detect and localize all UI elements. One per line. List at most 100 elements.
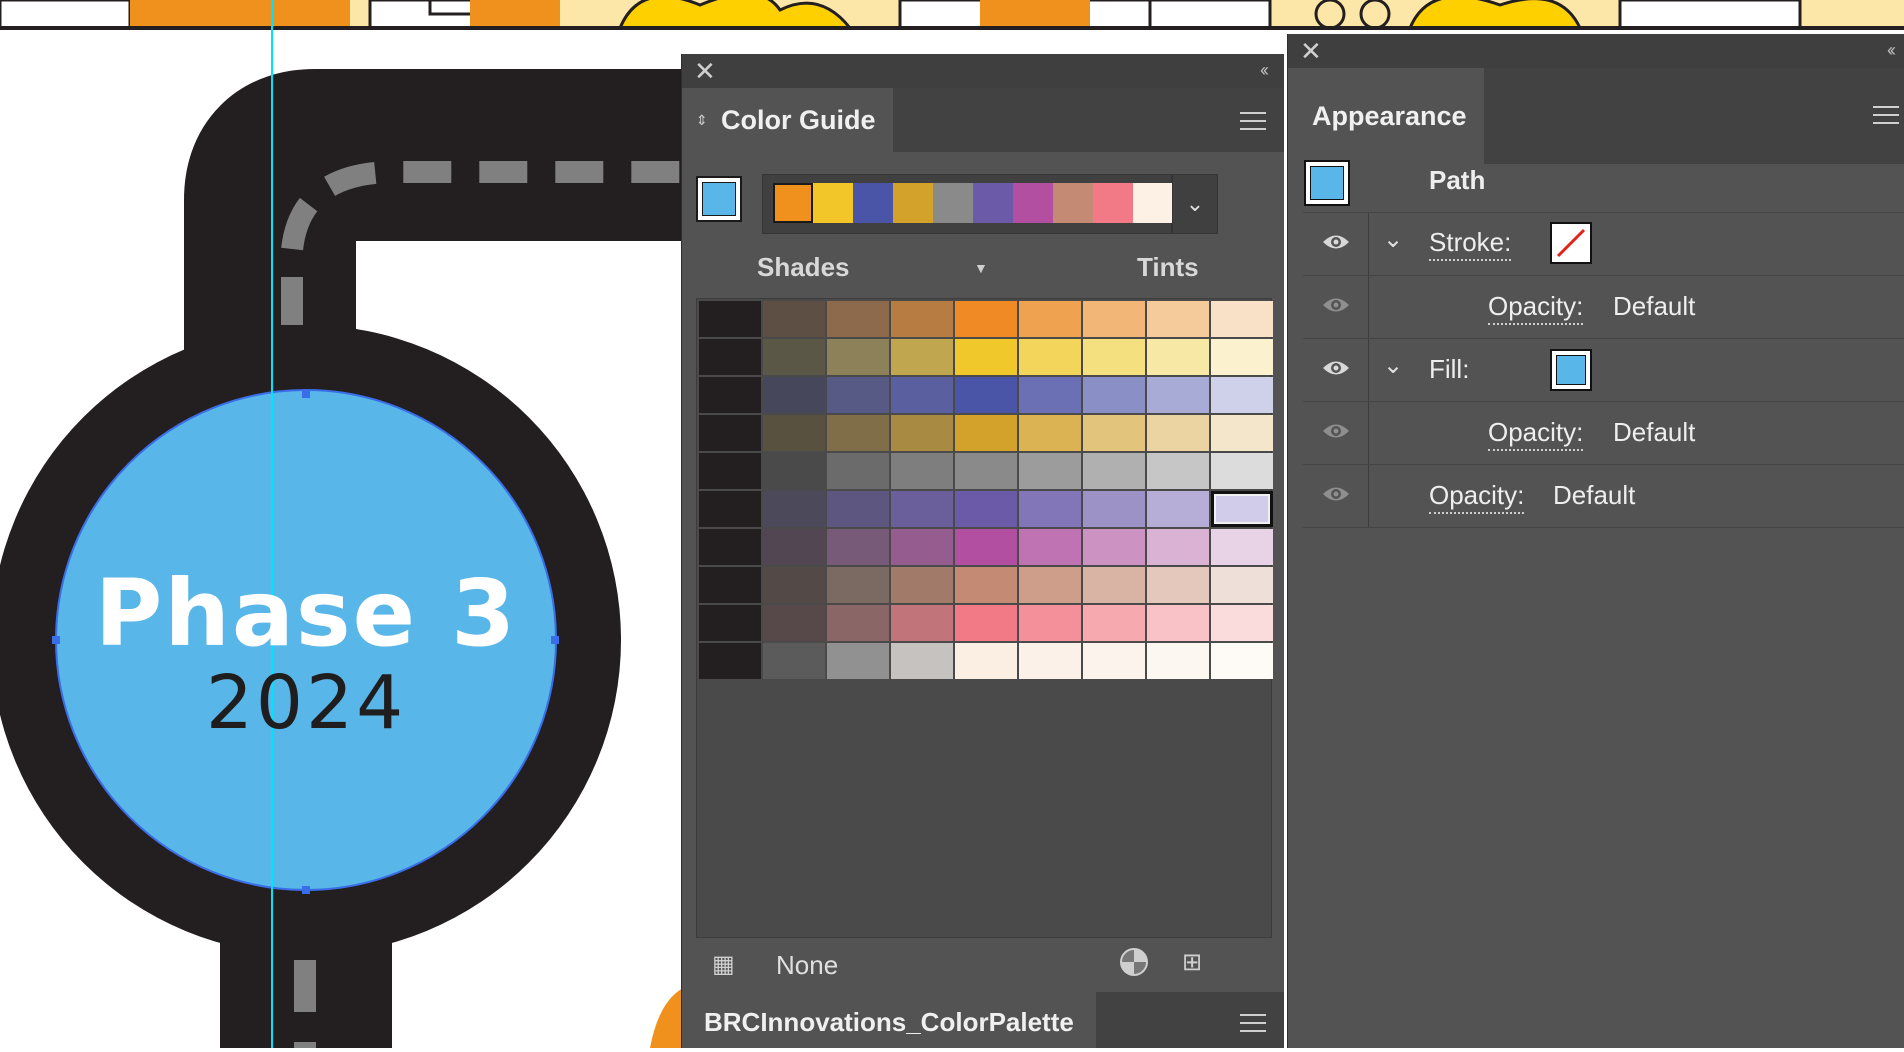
color-variation-swatch[interactable] [955,529,1017,565]
color-variation-swatch[interactable] [891,643,953,679]
color-variation-swatch[interactable] [699,567,761,603]
color-variation-swatch[interactable] [891,491,953,527]
color-variation-swatch[interactable] [827,567,889,603]
color-variation-swatch[interactable] [1147,643,1209,679]
color-variation-swatch[interactable] [955,377,1017,413]
color-variation-swatch[interactable] [763,529,825,565]
color-variation-swatch[interactable] [955,415,1017,451]
save-to-swatches-icon[interactable]: ⊞ [1182,948,1202,977]
color-variation-swatch[interactable] [1019,491,1081,527]
color-variation-swatch[interactable] [955,339,1017,375]
color-guide-titlebar[interactable]: ✕ ‹‹ [682,54,1284,88]
hamburger-icon[interactable] [1240,112,1266,130]
color-variation-swatch[interactable] [955,453,1017,489]
color-variation-swatch[interactable] [1083,453,1145,489]
color-variation-swatch[interactable] [1147,453,1209,489]
color-variation-swatch[interactable] [955,301,1017,337]
color-group-label[interactable]: None [776,950,838,981]
color-variation-swatch[interactable] [827,339,889,375]
color-variation-swatch[interactable] [891,377,953,413]
color-variation-swatch[interactable] [1147,605,1209,641]
color-variation-swatch[interactable] [699,453,761,489]
color-variation-swatch[interactable] [827,301,889,337]
variation-options-arrow-icon[interactable]: ▼ [974,260,988,276]
color-variation-swatch[interactable] [1147,529,1209,565]
tab-color-guide[interactable]: ⇕ Color Guide [682,88,893,152]
color-variation-swatch[interactable] [763,605,825,641]
color-variation-swatch[interactable] [1019,339,1081,375]
harmony-swatch[interactable] [853,183,893,223]
color-variation-swatch[interactable] [955,567,1017,603]
eye-icon[interactable] [1321,420,1351,442]
color-variation-swatch[interactable] [827,453,889,489]
stroke-label[interactable]: Stroke: [1429,227,1512,261]
color-variation-swatch[interactable] [699,415,761,451]
color-variation-swatch[interactable] [1019,453,1081,489]
color-wheel-icon[interactable] [1120,948,1148,976]
color-variation-swatch[interactable] [1019,529,1081,565]
color-variation-swatch[interactable] [1019,415,1081,451]
color-variation-swatch[interactable] [1211,605,1273,641]
harmony-swatch[interactable] [813,183,853,223]
fill-label[interactable]: Fill: [1429,354,1469,385]
harmony-colors-strip[interactable] [773,183,1173,223]
color-variation-swatch[interactable] [1211,491,1273,527]
color-variation-swatch[interactable] [827,605,889,641]
appearance-object-opacity-row[interactable]: Opacity: Default [1303,465,1904,528]
color-variation-swatch[interactable] [1083,567,1145,603]
harmony-swatch[interactable] [1093,183,1133,223]
harmony-swatch[interactable] [1013,183,1053,223]
color-variation-swatch[interactable] [891,605,953,641]
collapse-double-chevron-icon[interactable]: ‹‹ [1260,60,1269,81]
swatch-grid-icon[interactable]: ▦ [712,950,735,979]
color-variation-swatch[interactable] [763,377,825,413]
color-variation-swatch[interactable] [1211,339,1273,375]
color-variation-swatch[interactable] [1211,643,1273,679]
color-variation-swatch[interactable] [699,643,761,679]
base-color-swatch[interactable] [696,176,742,222]
appearance-stroke-row[interactable]: ⌄ Stroke: [1303,213,1904,276]
color-variation-swatch[interactable] [1211,453,1273,489]
harmony-swatch[interactable] [773,183,813,223]
color-variation-swatch[interactable] [955,605,1017,641]
color-variation-swatch[interactable] [1019,605,1081,641]
color-variation-swatch[interactable] [891,301,953,337]
chevron-down-icon[interactable]: ⌄ [1383,351,1403,380]
anchor-top[interactable] [302,390,310,398]
color-variation-swatch[interactable] [1019,567,1081,603]
color-variation-swatch[interactable] [1019,377,1081,413]
phase-title-text[interactable]: Phase 3 [56,560,556,667]
appearance-titlebar[interactable]: ✕ ‹‹ [1288,34,1904,68]
color-variation-swatch[interactable] [1083,529,1145,565]
color-variation-swatch[interactable] [699,301,761,337]
phase-year-text[interactable]: 2024 [56,660,556,746]
anchor-bottom[interactable] [302,886,310,894]
harmony-swatch[interactable] [1053,183,1093,223]
color-variation-swatch[interactable] [763,339,825,375]
color-variation-swatch[interactable] [827,491,889,527]
color-variation-swatch[interactable] [1147,377,1209,413]
color-variation-swatch[interactable] [1147,301,1209,337]
color-variation-swatch[interactable] [1211,415,1273,451]
eye-icon[interactable] [1321,231,1351,253]
color-variation-swatch[interactable] [1147,567,1209,603]
color-variation-swatch[interactable] [1083,339,1145,375]
tab-brcinnovations-palette[interactable]: BRCInnovations_ColorPalette [682,992,1096,1048]
color-variation-swatch[interactable] [763,415,825,451]
harmony-rules-dropdown[interactable]: ⌄ [1172,174,1218,234]
color-variation-swatch[interactable] [763,453,825,489]
color-variation-swatch[interactable] [763,301,825,337]
color-variation-swatch[interactable] [891,415,953,451]
color-variation-swatch[interactable] [1019,643,1081,679]
harmony-swatch[interactable] [893,183,933,223]
fill-color-swatch[interactable] [1550,349,1592,391]
chevron-down-icon[interactable]: ⌄ [1383,225,1403,254]
eye-icon[interactable] [1321,294,1351,316]
color-variation-swatch[interactable] [827,415,889,451]
color-variation-swatch[interactable] [891,339,953,375]
appearance-fill-row[interactable]: ⌄ Fill: [1303,339,1904,402]
harmony-colors-bar[interactable] [762,174,1173,234]
color-variation-swatch[interactable] [1147,415,1209,451]
appearance-stroke-opacity-row[interactable]: Opacity: Default [1303,276,1904,339]
color-variation-swatch[interactable] [699,491,761,527]
